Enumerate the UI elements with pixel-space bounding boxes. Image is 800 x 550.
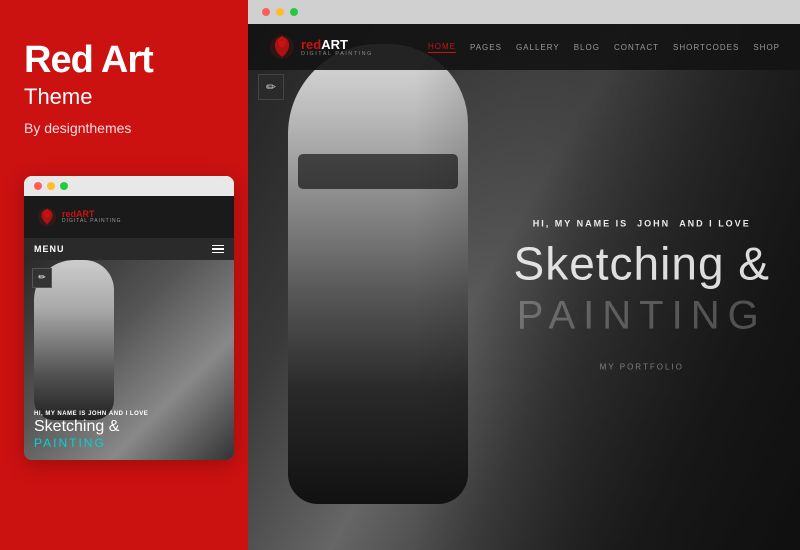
mobile-hi-suffix: AND I LOVE [109, 411, 148, 417]
mobile-preview: redART Digital Painting MENU ✏ [24, 176, 234, 460]
hero-painting-text: PAINTING [514, 293, 770, 338]
mobile-sketching-text: Sketching & [34, 417, 148, 436]
right-panel: redART Digital Painting HOME PAGES GALLE… [248, 0, 800, 550]
desktop-logo-art: ART [321, 37, 348, 52]
menu-item-blog[interactable]: BLOG [574, 43, 600, 52]
mobile-pencil-button[interactable]: ✏ [32, 268, 52, 288]
mobile-browser-bar [24, 176, 234, 196]
pencil-icon-desktop: ✏ [266, 80, 276, 94]
mobile-hi-name: JOHN [88, 411, 107, 417]
mobile-text-overlay: HI, MY NAME IS JOHN AND I LOVE Sketching… [34, 411, 148, 450]
menu-item-home[interactable]: HOME [428, 42, 456, 53]
desktop-logo-red: red [301, 37, 321, 52]
hamburger-line-3 [212, 252, 224, 254]
mobile-menu-label: MENU [34, 244, 65, 254]
desktop-dot-yellow [276, 8, 284, 16]
menu-item-pages[interactable]: PAGES [470, 43, 502, 52]
hero-portfolio-text[interactable]: MY PORTFOLIO [514, 362, 770, 371]
mobile-image-area: ✏ HI, MY NAME IS JOHN AND I LOVE Sketchi… [24, 260, 234, 460]
desktop-dot-red [262, 8, 270, 16]
desktop-logo: redART Digital Painting [268, 33, 373, 61]
hero-sketching-text: Sketching & [514, 238, 770, 289]
hamburger-icon[interactable] [212, 245, 224, 254]
desktop-menu: HOME PAGES GALLERY BLOG CONTACT SHORTCOD… [428, 42, 780, 53]
desktop-logo-text: redART [301, 38, 373, 51]
mobile-header: redART Digital Painting [24, 196, 234, 238]
pencil-icon: ✏ [38, 272, 46, 283]
hamburger-line-2 [212, 248, 224, 250]
menu-item-gallery[interactable]: GALLERY [516, 43, 560, 52]
mobile-logo-icon [36, 206, 58, 228]
desktop-logo-text-wrap: redART Digital Painting [301, 38, 373, 57]
desktop-nav: redART Digital Painting HOME PAGES GALLE… [248, 24, 800, 70]
dot-red [34, 182, 42, 190]
desktop-preview: redART Digital Painting HOME PAGES GALLE… [248, 24, 800, 550]
mobile-logo: redART Digital Painting [36, 206, 122, 228]
mobile-hi-prefix: HI, MY NAME IS [34, 411, 86, 417]
theme-title: Red Art [24, 40, 153, 82]
hamburger-line-1 [212, 245, 224, 247]
hero-hi-prefix: HI, MY NAME IS [533, 218, 628, 228]
desktop-logo-icon-svg [268, 33, 296, 61]
dot-green [60, 182, 68, 190]
hero-hi-name: JOHN [637, 218, 670, 228]
desktop-pencil-button[interactable]: ✏ [258, 74, 284, 100]
theme-author: By designthemes [24, 120, 131, 136]
hero-hi-text: HI, MY NAME IS JOHN AND I LOVE [514, 218, 770, 228]
mobile-painting-text: PAINTING [34, 436, 148, 450]
left-panel: Red Art Theme By designthemes re [0, 0, 248, 550]
desktop-browser-bar [248, 0, 800, 24]
mobile-nav: MENU [24, 238, 234, 260]
menu-item-contact[interactable]: CONTACT [614, 43, 659, 52]
desktop-logo-sub-text: Digital Painting [301, 51, 373, 57]
hero-text: HI, MY NAME IS JOHN AND I LOVE Sketching… [514, 218, 770, 371]
mobile-hi-text: HI, MY NAME IS JOHN AND I LOVE [34, 411, 148, 417]
menu-item-shop[interactable]: SHOP [753, 43, 780, 52]
dot-yellow [47, 182, 55, 190]
desktop-dot-green [290, 8, 298, 16]
hero-hi-suffix: AND I LOVE [679, 218, 751, 228]
theme-subtitle: Theme [24, 84, 92, 110]
mobile-logo-sub: Digital Painting [62, 219, 122, 224]
menu-item-shortcodes[interactable]: SHORTCODES [673, 43, 739, 52]
